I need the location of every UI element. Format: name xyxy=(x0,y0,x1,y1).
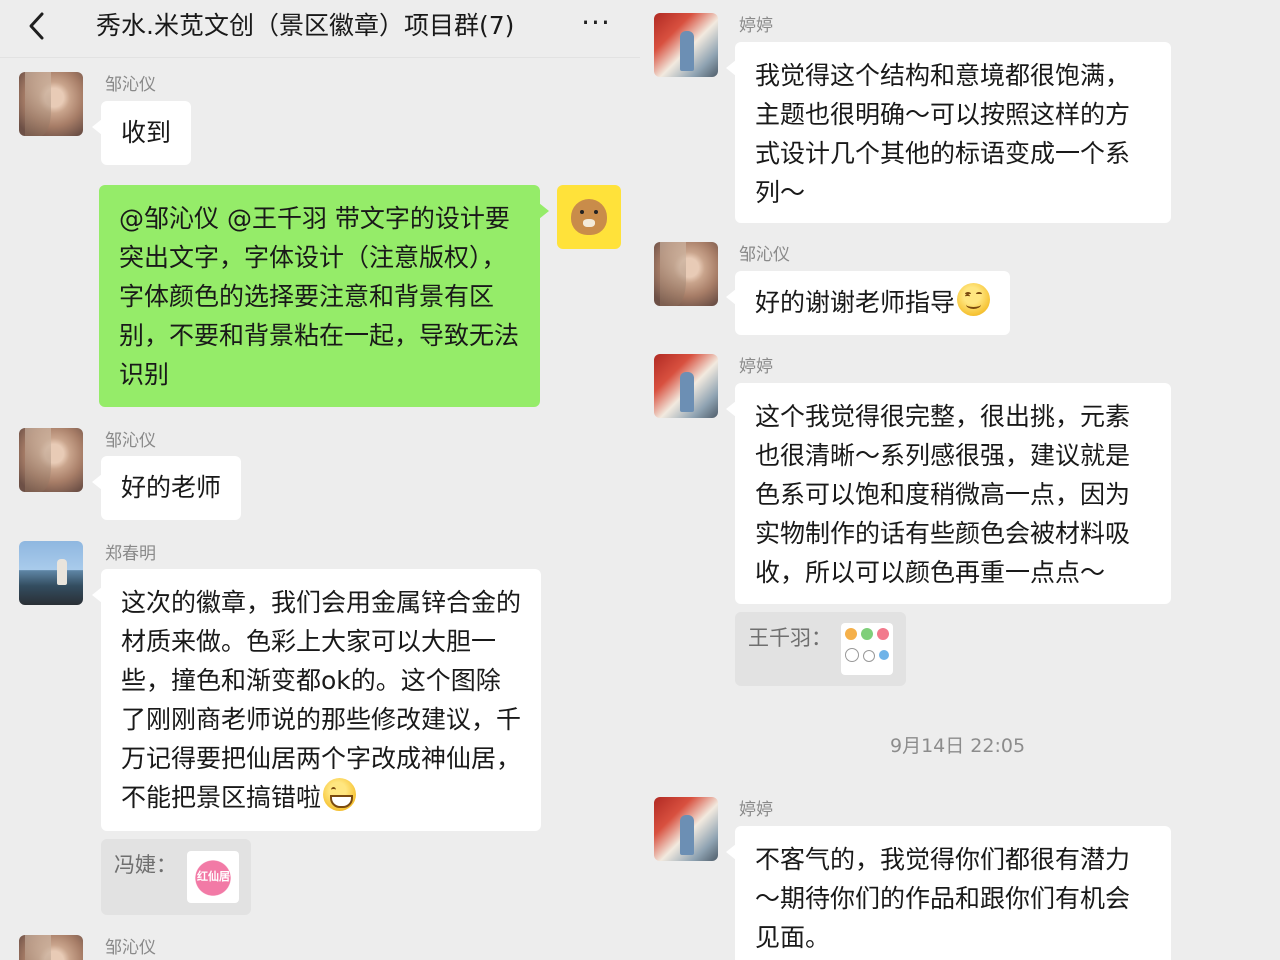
quoted-image-thumbnail xyxy=(841,623,893,675)
quote-sender-label: 冯婕： xyxy=(114,853,177,877)
sender-name: 婷婷 xyxy=(739,357,773,377)
message-bubble[interactable]: 好的谢谢老师指导 xyxy=(725,271,1011,335)
sender-name: 邹沁仪 xyxy=(105,938,156,958)
sender-name: 邹沁仪 xyxy=(739,245,790,265)
quoted-image-thumbnail: 红仙居 xyxy=(187,851,239,903)
avatar-zheng-chunming[interactable] xyxy=(19,541,83,605)
message-bubble[interactable]: 收到 xyxy=(91,101,192,165)
chevron-left-icon xyxy=(29,12,44,40)
chat-title: 秀水.米苋文创（景区徽章）项目群(7) xyxy=(96,11,515,40)
sender-name: 郑春明 xyxy=(105,544,156,564)
sender-name: 婷婷 xyxy=(739,800,773,820)
sender-name: 邹沁仪 xyxy=(105,75,156,95)
thumbnail-logo-text: 红仙居 xyxy=(197,870,230,883)
outgoing-message-bubble[interactable]: @邹沁仪 @王千羽 带文字的设计要突出文字，字体设计（注意版权），字体颜色的选择… xyxy=(99,185,549,407)
avatar-tingting[interactable] xyxy=(654,354,718,418)
message-bubble[interactable]: 这次的徽章，我们会用金属锌合金的材质来做。色彩上大家可以大胆一些，撞色和渐变都o… xyxy=(92,569,541,831)
quoted-message[interactable]: 冯婕： 红仙居 xyxy=(101,839,251,915)
quoted-message[interactable]: 王千羽： xyxy=(735,612,906,686)
chat-header: 秀水.米苋文创（景区徽章）项目群(7) ··· xyxy=(0,0,640,58)
message-bubble[interactable]: 我觉得这个结构和意境都很饱满，主题也很明确～可以按照这样的方式设计几个其他的标语… xyxy=(726,42,1171,223)
message-text: 好的谢谢老师指导 xyxy=(755,288,956,317)
avatar-zou-qinyi[interactable] xyxy=(19,428,83,492)
chat-panel-left: 秀水.米苋文创（景区徽章）项目群(7) ··· 邹沁仪 收到 @邹沁仪 @王千羽… xyxy=(0,0,640,960)
sender-name: 邹沁仪 xyxy=(105,431,156,451)
avatar-zou-qinyi[interactable] xyxy=(19,935,83,960)
quote-sender-label: 王千羽： xyxy=(748,626,832,650)
smile-emoji-icon xyxy=(957,283,991,316)
avatar-zou-qinyi[interactable] xyxy=(654,242,718,306)
avatar-tingting[interactable] xyxy=(654,13,718,77)
avatar-tingting[interactable] xyxy=(654,797,718,861)
message-bubble[interactable]: 这个我觉得很完整，很出挑，元素也很清晰～系列感很强，建议就是色系可以饱和度稍微高… xyxy=(726,383,1171,604)
message-bubble[interactable]: 不客气的，我觉得你们都很有潜力～期待你们的作品和跟你们有机会见面。 xyxy=(726,826,1171,960)
more-icon[interactable]: ··· xyxy=(576,8,616,44)
sender-name: 婷婷 xyxy=(739,16,773,36)
chat-panel-right: 婷婷 我觉得这个结构和意境都很饱满，主题也很明确～可以按照这样的方式设计几个其他… xyxy=(640,0,1280,960)
my-avatar[interactable] xyxy=(557,185,621,249)
avatar-zou-qinyi[interactable] xyxy=(19,72,83,136)
capybara-avatar-icon xyxy=(571,199,607,235)
grin-emoji-icon xyxy=(323,778,357,811)
back-button[interactable] xyxy=(20,8,56,44)
message-text: 这次的徽章，我们会用金属锌合金的材质来做。色彩上大家可以大胆一些，撞色和渐变都o… xyxy=(121,588,522,812)
message-bubble[interactable]: 好的老师 xyxy=(91,456,242,520)
timestamp: 9月14日 22:05 xyxy=(890,735,1026,757)
